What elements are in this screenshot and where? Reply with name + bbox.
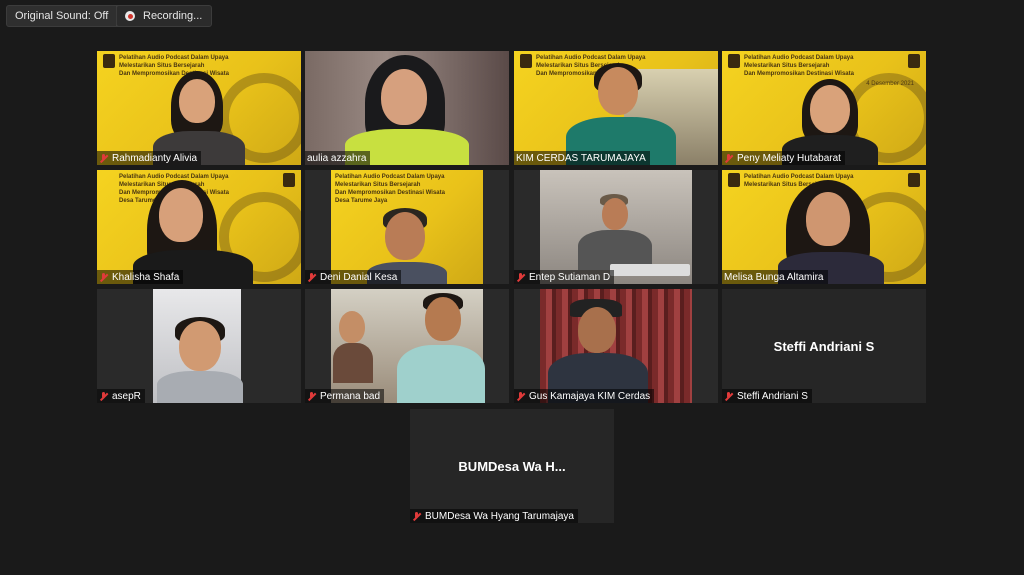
university-logo-icon [728,173,740,187]
video-tile[interactable]: Pelatihan Audio Podcast Dalam Upaya Meles… [97,51,301,165]
banner-text: Pelatihan Audio Podcast Dalam Upaya Meles… [744,55,854,77]
video-tile-camera-off[interactable]: BUMDesa Wa H... BUMDesa Wa Hyang Tarumaj… [410,409,614,523]
mic-muted-icon [412,511,421,521]
video-tile[interactable]: asepR [97,289,301,403]
video-tile[interactable]: Gus Kamajaya KIM Cerdas [514,289,718,403]
mic-muted-icon [516,272,525,282]
mic-muted-icon [724,153,733,163]
participant-name-tag: Khalisha Shafa [97,270,184,284]
university-logo-icon [908,173,920,187]
participant-name-tag: Rahmadianty Alivia [97,151,202,165]
record-icon [125,11,135,21]
original-sound-button[interactable]: Original Sound: Off ▼ [6,5,133,27]
participant-name-tag: KIM CERDAS TARUMAJAYA [514,151,650,165]
mic-muted-icon [99,153,108,163]
mic-muted-icon [99,391,108,401]
video-tile[interactable]: Pelatihan Audio Podcast Dalam Upaya Meles… [305,170,509,284]
participant-name-tag: Steffi Andriani S [722,389,812,403]
mic-muted-icon [724,391,733,401]
participant-display-name: Steffi Andriani S [773,338,875,354]
participant-display-name: BUMDesa Wa H... [458,458,566,474]
participant-name-tag: Permana bad [305,389,385,403]
recording-indicator[interactable]: Recording... [116,5,212,27]
university-logo-icon [283,173,295,187]
participant-name-tag: Peny Meliaty Hutabarat [722,151,845,165]
participant-name-tag: aulia azzahra [305,151,371,165]
video-tile[interactable]: Pelatihan Audio Podcast Dalam Upaya Meles… [97,170,301,284]
participant-name-tag: Gus Kamajaya KIM Cerdas [514,389,655,403]
participant-name-tag: BUMDesa Wa Hyang Tarumajaya [410,509,578,523]
participant-name-tag: asepR [97,389,145,403]
original-sound-label: Original Sound: Off [15,10,109,22]
video-tile[interactable]: Entep Sutiaman D [514,170,718,284]
mic-muted-icon [307,272,316,282]
recording-label: Recording... [143,10,203,22]
university-logo-icon [103,54,115,68]
video-tile-active-speaker[interactable]: aulia azzahra [305,51,509,165]
video-tile[interactable]: Pelatihan Audio Podcast Dalam Upaya Meles… [722,170,926,284]
video-tile[interactable]: Permana bad [305,289,509,403]
video-tile[interactable]: Pelatihan Audio Podcast Dalam Upaya Meles… [722,51,926,165]
mic-muted-icon [307,391,316,401]
university-logo-icon [908,54,920,68]
mic-muted-icon [516,391,525,401]
video-tile[interactable]: Pelatihan Audio Podcast Dalam Upaya Meles… [514,51,718,165]
mic-muted-icon [99,272,108,282]
university-logo-icon [520,54,532,68]
participant-name-tag: Melisa Bunga Altamira [722,270,828,284]
participant-name-tag: Deni Danial Kesa [305,270,402,284]
banner-text: Pelatihan Audio Podcast Dalam Upaya Meles… [335,174,445,204]
video-tile-camera-off[interactable]: Steffi Andriani S Steffi Andriani S [722,289,926,403]
university-logo-icon [728,54,740,68]
participant-name-tag: Entep Sutiaman D [514,270,615,284]
